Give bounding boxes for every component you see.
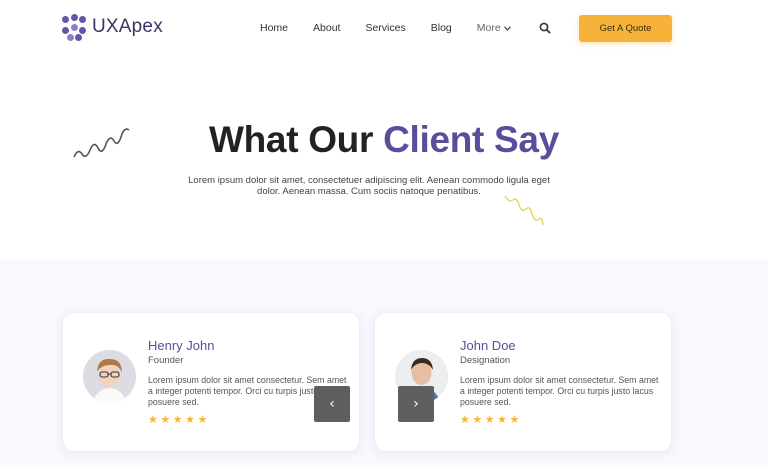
hero-subtitle: Lorem ipsum dolor sit amet, consectetuer…	[188, 175, 550, 197]
testimonial-quote: Lorem ipsum dolor sit amet consectetur. …	[460, 375, 659, 407]
star-rating: ★★★★★	[148, 414, 210, 426]
squiggle-decoration	[504, 195, 544, 226]
logo[interactable]: UXApex	[62, 14, 163, 41]
logo-text: UXApex	[92, 16, 163, 37]
testimonial-name: Henry John	[148, 338, 215, 353]
testimonial-role: Founder	[148, 355, 184, 366]
site-header: UXApex Home About Services Blog More Get…	[0, 0, 768, 58]
main-nav: Home About Services Blog More	[260, 22, 536, 34]
nav-more-label: More	[476, 22, 501, 34]
testimonial-card: Henry John Founder Lorem ipsum dolor sit…	[62, 312, 360, 452]
search-icon[interactable]	[539, 22, 551, 34]
testimonial-name: John Doe	[460, 338, 516, 353]
testimonial-role: Designation	[460, 355, 511, 366]
get-a-quote-button[interactable]: Get A Quote	[579, 15, 672, 42]
nav-home[interactable]: Home	[260, 22, 288, 34]
carousel-prev-button[interactable]: ‹	[314, 386, 350, 422]
nav-about[interactable]: About	[313, 22, 340, 34]
logo-icon	[62, 14, 86, 41]
chevron-down-icon	[503, 25, 511, 31]
avatar	[83, 350, 136, 403]
page-title: What Our Client Say	[209, 119, 559, 160]
carousel-next-button[interactable]: ›	[398, 386, 434, 422]
chevron-right-icon: ›	[413, 396, 419, 412]
nav-more[interactable]: More	[477, 22, 511, 34]
testimonial-card: John Doe Designation Lorem ipsum dolor s…	[374, 312, 672, 452]
nav-services[interactable]: Services	[365, 22, 405, 34]
chevron-left-icon: ‹	[329, 396, 335, 412]
nav-blog[interactable]: Blog	[431, 22, 452, 34]
star-rating: ★★★★★	[460, 414, 522, 426]
